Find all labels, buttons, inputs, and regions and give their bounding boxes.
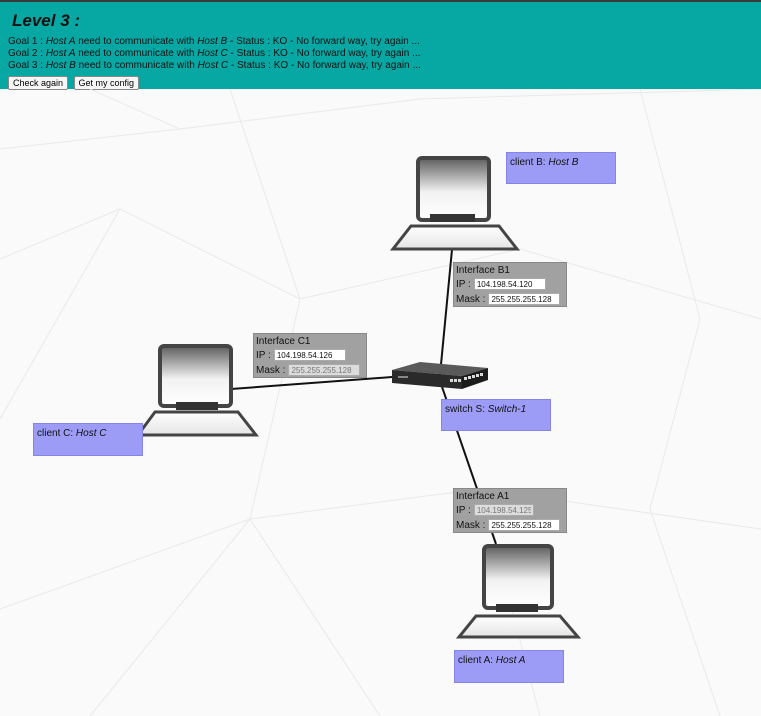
client-b-label: client B: Host B: [506, 152, 616, 184]
link-switch-host-b: [439, 238, 454, 376]
ip-label: IP :: [456, 278, 471, 290]
get-config-button[interactable]: Get my config: [73, 76, 140, 90]
goal-2: Goal 2 : Host A need to communicate with…: [8, 48, 421, 59]
mask-label: Mask :: [256, 364, 286, 376]
computer-icon-host-a[interactable]: [455, 544, 582, 639]
client-a-label: client A: Host A: [454, 650, 564, 683]
interface-c1-panel: Interface C1 IP : Mask :: [253, 333, 367, 378]
interface-c1-ip-input[interactable]: [273, 349, 346, 361]
switch-icon[interactable]: [392, 362, 488, 389]
interface-b1-title: Interface B1: [456, 265, 510, 276]
interface-a1-ip-input[interactable]: [473, 504, 534, 516]
mask-label: Mask :: [456, 519, 486, 531]
interface-c1-title: Interface C1: [256, 336, 311, 347]
link-switch-host-c: [230, 376, 393, 390]
interface-a1-panel: Interface A1 IP : Mask :: [453, 488, 567, 533]
goal-1: Goal 1 : Host A need to communicate with…: [8, 36, 420, 47]
network-canvas: client B: Host B client C: Host C switch…: [0, 89, 761, 716]
interface-b1-mask-input[interactable]: [488, 293, 561, 305]
ip-label: IP :: [456, 504, 471, 516]
background-lines: [0, 89, 761, 716]
interface-b1-ip-input[interactable]: [473, 278, 546, 290]
switch-label: switch S: Switch-1: [441, 399, 551, 431]
interface-a1-mask-input[interactable]: [488, 519, 561, 531]
ip-label: IP :: [256, 349, 271, 361]
goal-3: Goal 3 : Host B need to communicate with…: [8, 60, 421, 71]
computer-icon-host-c[interactable]: [135, 344, 260, 437]
mask-label: Mask :: [456, 293, 486, 305]
network-diagram: [0, 89, 761, 716]
interface-a1-title: Interface A1: [456, 491, 510, 502]
interface-b1-panel: Interface B1 IP : Mask :: [453, 262, 567, 307]
level-header: Level 3 : Goal 1 : Host A need to commun…: [0, 0, 761, 90]
check-again-button[interactable]: Check again: [8, 76, 69, 90]
computer-icon-host-b[interactable]: [389, 156, 521, 251]
client-c-label: client C: Host C: [33, 423, 143, 456]
interface-c1-mask-input[interactable]: [288, 364, 361, 376]
level-title: Level 3 :: [12, 11, 81, 30]
